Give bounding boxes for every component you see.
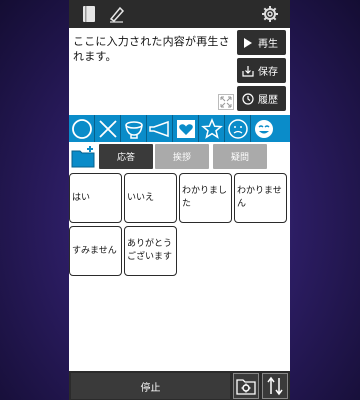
- app-window: ここに入力された内容が再生されます。 再生 保存 履歴 応答 挨拶 疑問 はい …: [69, 0, 290, 400]
- book-icon[interactable]: [79, 4, 99, 24]
- horn-icon[interactable]: [147, 115, 173, 142]
- save-button[interactable]: 保存: [237, 58, 286, 83]
- play-icon: [241, 36, 255, 50]
- expand-icon[interactable]: [218, 94, 234, 110]
- star-icon[interactable]: [199, 115, 225, 142]
- sort-arrows-icon[interactable]: [262, 373, 288, 399]
- play-button[interactable]: 再生: [237, 30, 286, 55]
- save-label: 保存: [258, 67, 278, 78]
- phrase-button[interactable]: わかりました: [179, 173, 232, 223]
- phrase-button[interactable]: いいえ: [124, 173, 177, 223]
- happy-face-icon[interactable]: [251, 115, 277, 142]
- tab-response[interactable]: 応答: [99, 144, 153, 169]
- symbol-row: [69, 115, 290, 142]
- save-icon: [241, 64, 255, 78]
- phrase-button[interactable]: わかりません: [234, 173, 287, 223]
- circle-icon[interactable]: [69, 115, 95, 142]
- stop-button[interactable]: 停止: [71, 373, 230, 399]
- gear-icon[interactable]: [260, 4, 280, 24]
- folder-add-icon[interactable]: [71, 145, 97, 169]
- heart-icon[interactable]: [173, 115, 199, 142]
- history-button[interactable]: 履歴: [237, 86, 286, 111]
- tab-label: 疑問: [230, 153, 249, 163]
- tab-question[interactable]: 疑問: [213, 144, 267, 169]
- history-label: 履歴: [258, 95, 278, 106]
- tab-label: 挨拶: [172, 153, 191, 163]
- history-icon: [241, 92, 255, 106]
- pen-icon[interactable]: [107, 4, 127, 24]
- play-label: 再生: [258, 39, 278, 50]
- folder-settings-icon[interactable]: [233, 373, 259, 399]
- top-toolbar: [69, 0, 290, 28]
- phrase-button[interactable]: すみません: [69, 226, 122, 276]
- bowl-icon[interactable]: [121, 115, 147, 142]
- phrase-button[interactable]: はい: [69, 173, 122, 223]
- speech-text-area[interactable]: ここに入力された内容が再生されます。: [69, 28, 234, 114]
- sad-face-icon[interactable]: [225, 115, 251, 142]
- phrase-button[interactable]: ありがとうございます: [124, 226, 177, 276]
- cross-icon[interactable]: [95, 115, 121, 142]
- tab-label: 応答: [116, 153, 135, 163]
- tab-greeting[interactable]: 挨拶: [155, 144, 209, 169]
